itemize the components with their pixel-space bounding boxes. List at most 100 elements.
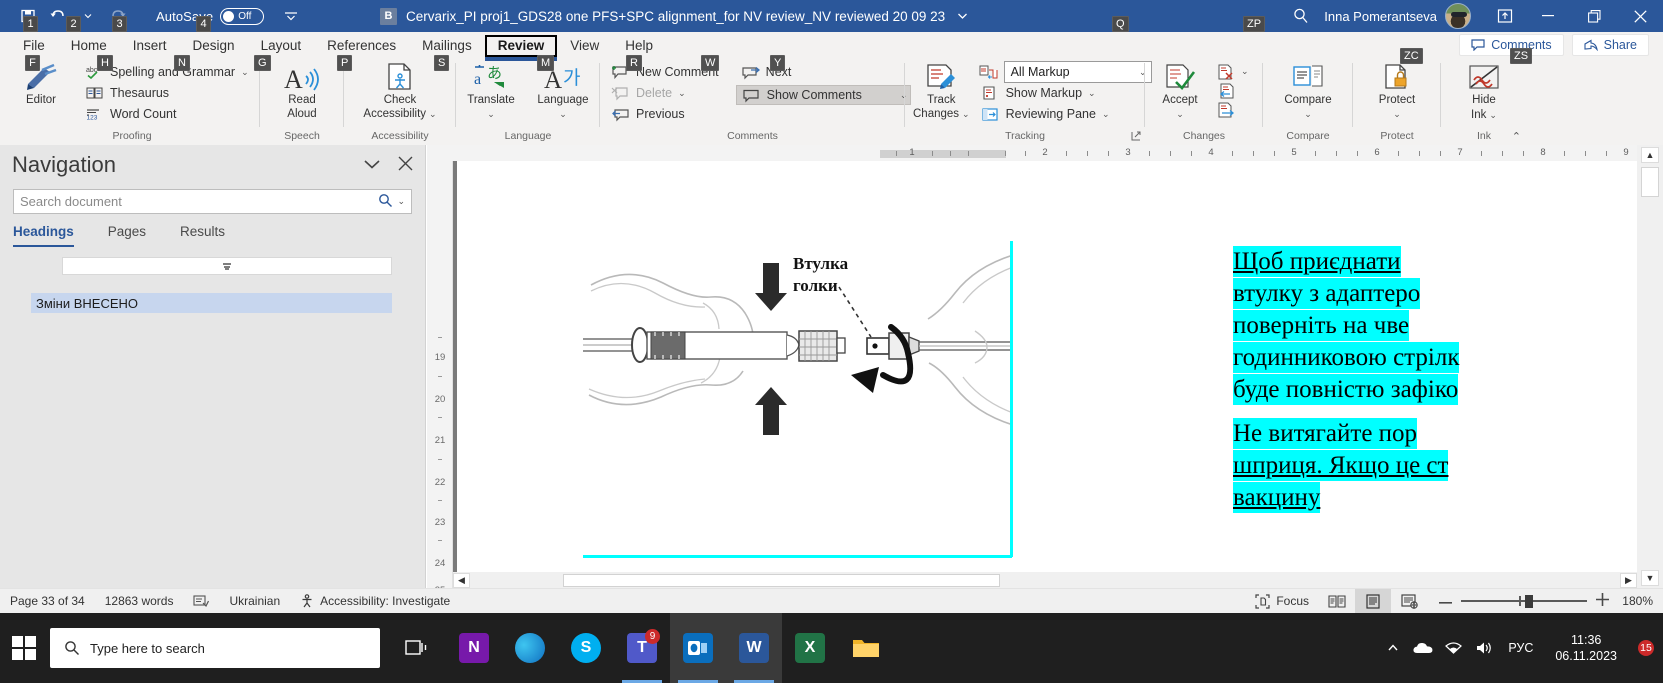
editor-button[interactable]: Editor <box>10 60 72 106</box>
account-name[interactable]: Inna Pomerantseva <box>1324 9 1437 24</box>
collapse-ribbon-icon[interactable]: ⌃ <box>1512 130 1521 143</box>
navigation-heading-item[interactable]: Зміни ВНЕСЕНО <box>31 293 392 313</box>
chevron-down-icon[interactable]: ⌄ <box>487 108 495 120</box>
chevron-down-icon[interactable]: ⌄ <box>678 88 686 99</box>
task-view-button[interactable] <box>390 613 446 683</box>
tab-file[interactable]: File <box>10 36 58 57</box>
tab-home[interactable]: Home <box>58 36 120 57</box>
language-indicator[interactable]: Ukrainian <box>219 594 290 608</box>
start-button[interactable] <box>0 613 48 683</box>
chevron-down-icon[interactable]: ⌄ <box>1102 109 1110 120</box>
chevron-down-icon[interactable]: ⌄ <box>559 108 567 120</box>
nav-tab-headings[interactable]: Headings <box>13 224 74 247</box>
vscroll-thumb[interactable] <box>1641 167 1659 197</box>
input-language-indicator[interactable]: РУС <box>1498 641 1543 655</box>
nav-tab-results[interactable]: Results <box>180 224 225 247</box>
tab-review[interactable]: Review <box>485 35 558 57</box>
vertical-scrollbar[interactable]: ▲ ▼ <box>1637 145 1663 588</box>
accessibility-indicator[interactable]: Accessibility: Investigate <box>290 594 460 608</box>
read-mode-button[interactable] <box>1319 589 1355 614</box>
previous-change-button[interactable] <box>1211 81 1254 100</box>
word-count-button[interactable]: 123 Word Count <box>80 104 254 124</box>
search-input[interactable] <box>20 194 378 209</box>
notification-center-button[interactable]: 15 <box>1629 613 1663 683</box>
page-indicator[interactable]: Page 33 of 34 <box>0 594 95 608</box>
markup-view-combobox[interactable]: All Markup ⌄ <box>1004 61 1152 83</box>
close-button[interactable] <box>1617 0 1663 32</box>
navigation-close-icon[interactable] <box>398 156 413 174</box>
protect-button[interactable]: Protect ⌄ <box>1361 60 1433 120</box>
document-canvas[interactable]: Втулка голки Щоб приєднати втулку з адап… <box>453 161 1637 588</box>
thesaurus-button[interactable]: Thesaurus <box>80 83 254 103</box>
search-options-chevron-icon[interactable]: ⌄ <box>397 196 405 207</box>
translate-button[interactable]: aあ Translate ⌄ <box>458 60 524 120</box>
read-aloud-button[interactable]: A Read Aloud <box>266 60 338 120</box>
nav-tab-pages[interactable]: Pages <box>108 224 146 247</box>
chevron-down-icon[interactable]: ⌄ <box>1241 66 1249 77</box>
search-icon[interactable] <box>378 193 393 211</box>
compare-button[interactable]: Compare ⌄ <box>1269 60 1347 120</box>
chevron-down-icon[interactable]: ⌄ <box>1489 109 1497 121</box>
delete-comment-button[interactable]: Delete ⌄ <box>606 83 724 103</box>
avatar[interactable] <box>1445 3 1471 29</box>
onedrive-icon[interactable] <box>1408 613 1438 683</box>
search-document-field[interactable]: ⌄ <box>13 189 412 214</box>
scroll-right-icon[interactable]: ▶ <box>1620 573 1637 588</box>
hscroll-track[interactable] <box>470 573 1620 588</box>
taskbar-app-onenote[interactable]: N <box>446 613 502 683</box>
web-layout-button[interactable] <box>1391 589 1427 614</box>
tracking-dialog-launcher-icon[interactable] <box>1131 131 1141 144</box>
next-comment-button[interactable]: Next <box>736 62 912 82</box>
hscroll-thumb[interactable] <box>563 574 1000 587</box>
chevron-down-icon[interactable]: ⌄ <box>241 67 249 78</box>
focus-mode-button[interactable]: Focus <box>1245 594 1319 609</box>
next-change-button[interactable] <box>1211 100 1254 119</box>
zoom-control[interactable] <box>1427 593 1621 609</box>
hide-ink-button[interactable]: Hide Ink ⌄ <box>1449 60 1519 121</box>
restore-button[interactable] <box>1571 0 1617 32</box>
document-text-column[interactable]: Щоб приєднати втулку з адаптеро поверніт… <box>1233 246 1637 526</box>
accept-button[interactable]: Accept ⌄ <box>1149 60 1211 120</box>
chevron-down-icon[interactable]: ⌄ <box>429 108 437 120</box>
navigation-collapsed-heading[interactable] <box>62 257 392 275</box>
tab-insert[interactable]: Insert <box>120 36 180 57</box>
chevron-down-icon[interactable]: ⌄ <box>1176 108 1184 120</box>
autosave-toggle[interactable]: Off <box>220 8 264 25</box>
chevron-down-icon[interactable]: ⌄ <box>962 108 970 120</box>
zoom-thumb[interactable] <box>1525 595 1533 608</box>
show-markup-button[interactable]: Show Markup ⌄ <box>976 83 1152 103</box>
zoom-level[interactable]: 180% <box>1621 594 1663 608</box>
tab-view[interactable]: View <box>557 36 612 57</box>
minimize-button[interactable] <box>1525 0 1571 32</box>
taskbar-search-box[interactable]: Type here to search <box>50 628 380 668</box>
chevron-down-icon[interactable]: ⌄ <box>1304 108 1312 120</box>
navigation-dropdown-icon[interactable] <box>362 158 382 173</box>
chevron-down-icon[interactable]: ⌄ <box>1393 108 1401 120</box>
search-icon[interactable] <box>1278 0 1324 32</box>
document-page[interactable]: Втулка голки Щоб приєднати втулку з адап… <box>457 161 1637 588</box>
chevron-down-icon[interactable]: ⌄ <box>1088 88 1096 99</box>
taskbar-app-excel[interactable]: X <box>782 613 838 683</box>
tab-design[interactable]: Design <box>180 36 248 57</box>
previous-comment-button[interactable]: Previous <box>606 104 724 124</box>
taskbar-app-outlook[interactable] <box>670 613 726 683</box>
taskbar-app-teams[interactable]: T 9 <box>614 613 670 683</box>
title-options-chevron-icon[interactable] <box>957 9 968 23</box>
show-comments-button[interactable]: Show Comments ⌄ <box>736 85 912 105</box>
volume-icon[interactable] <box>1468 613 1498 683</box>
reject-button[interactable]: ⌄ <box>1211 62 1254 81</box>
tab-mailings[interactable]: Mailings <box>409 36 485 57</box>
tray-expand-icon[interactable] <box>1378 613 1408 683</box>
tab-help[interactable]: Help <box>612 36 666 57</box>
scroll-up-icon[interactable]: ▲ <box>1641 147 1659 163</box>
tab-references[interactable]: References <box>314 36 409 57</box>
zoom-in-icon[interactable] <box>1596 593 1609 609</box>
scroll-left-icon[interactable]: ◀ <box>453 573 470 588</box>
horizontal-ruler[interactable]: 1 2 3 4 5 <box>427 145 1637 161</box>
ribbon-display-options-icon[interactable] <box>1485 0 1525 32</box>
scroll-down-icon[interactable]: ▼ <box>1641 570 1659 586</box>
clock[interactable]: 11:36 06.11.2023 <box>1543 632 1629 664</box>
word-count-indicator[interactable]: 12863 words <box>95 594 184 608</box>
zoom-slider[interactable] <box>1461 595 1587 607</box>
taskbar-app-explorer[interactable] <box>838 613 894 683</box>
